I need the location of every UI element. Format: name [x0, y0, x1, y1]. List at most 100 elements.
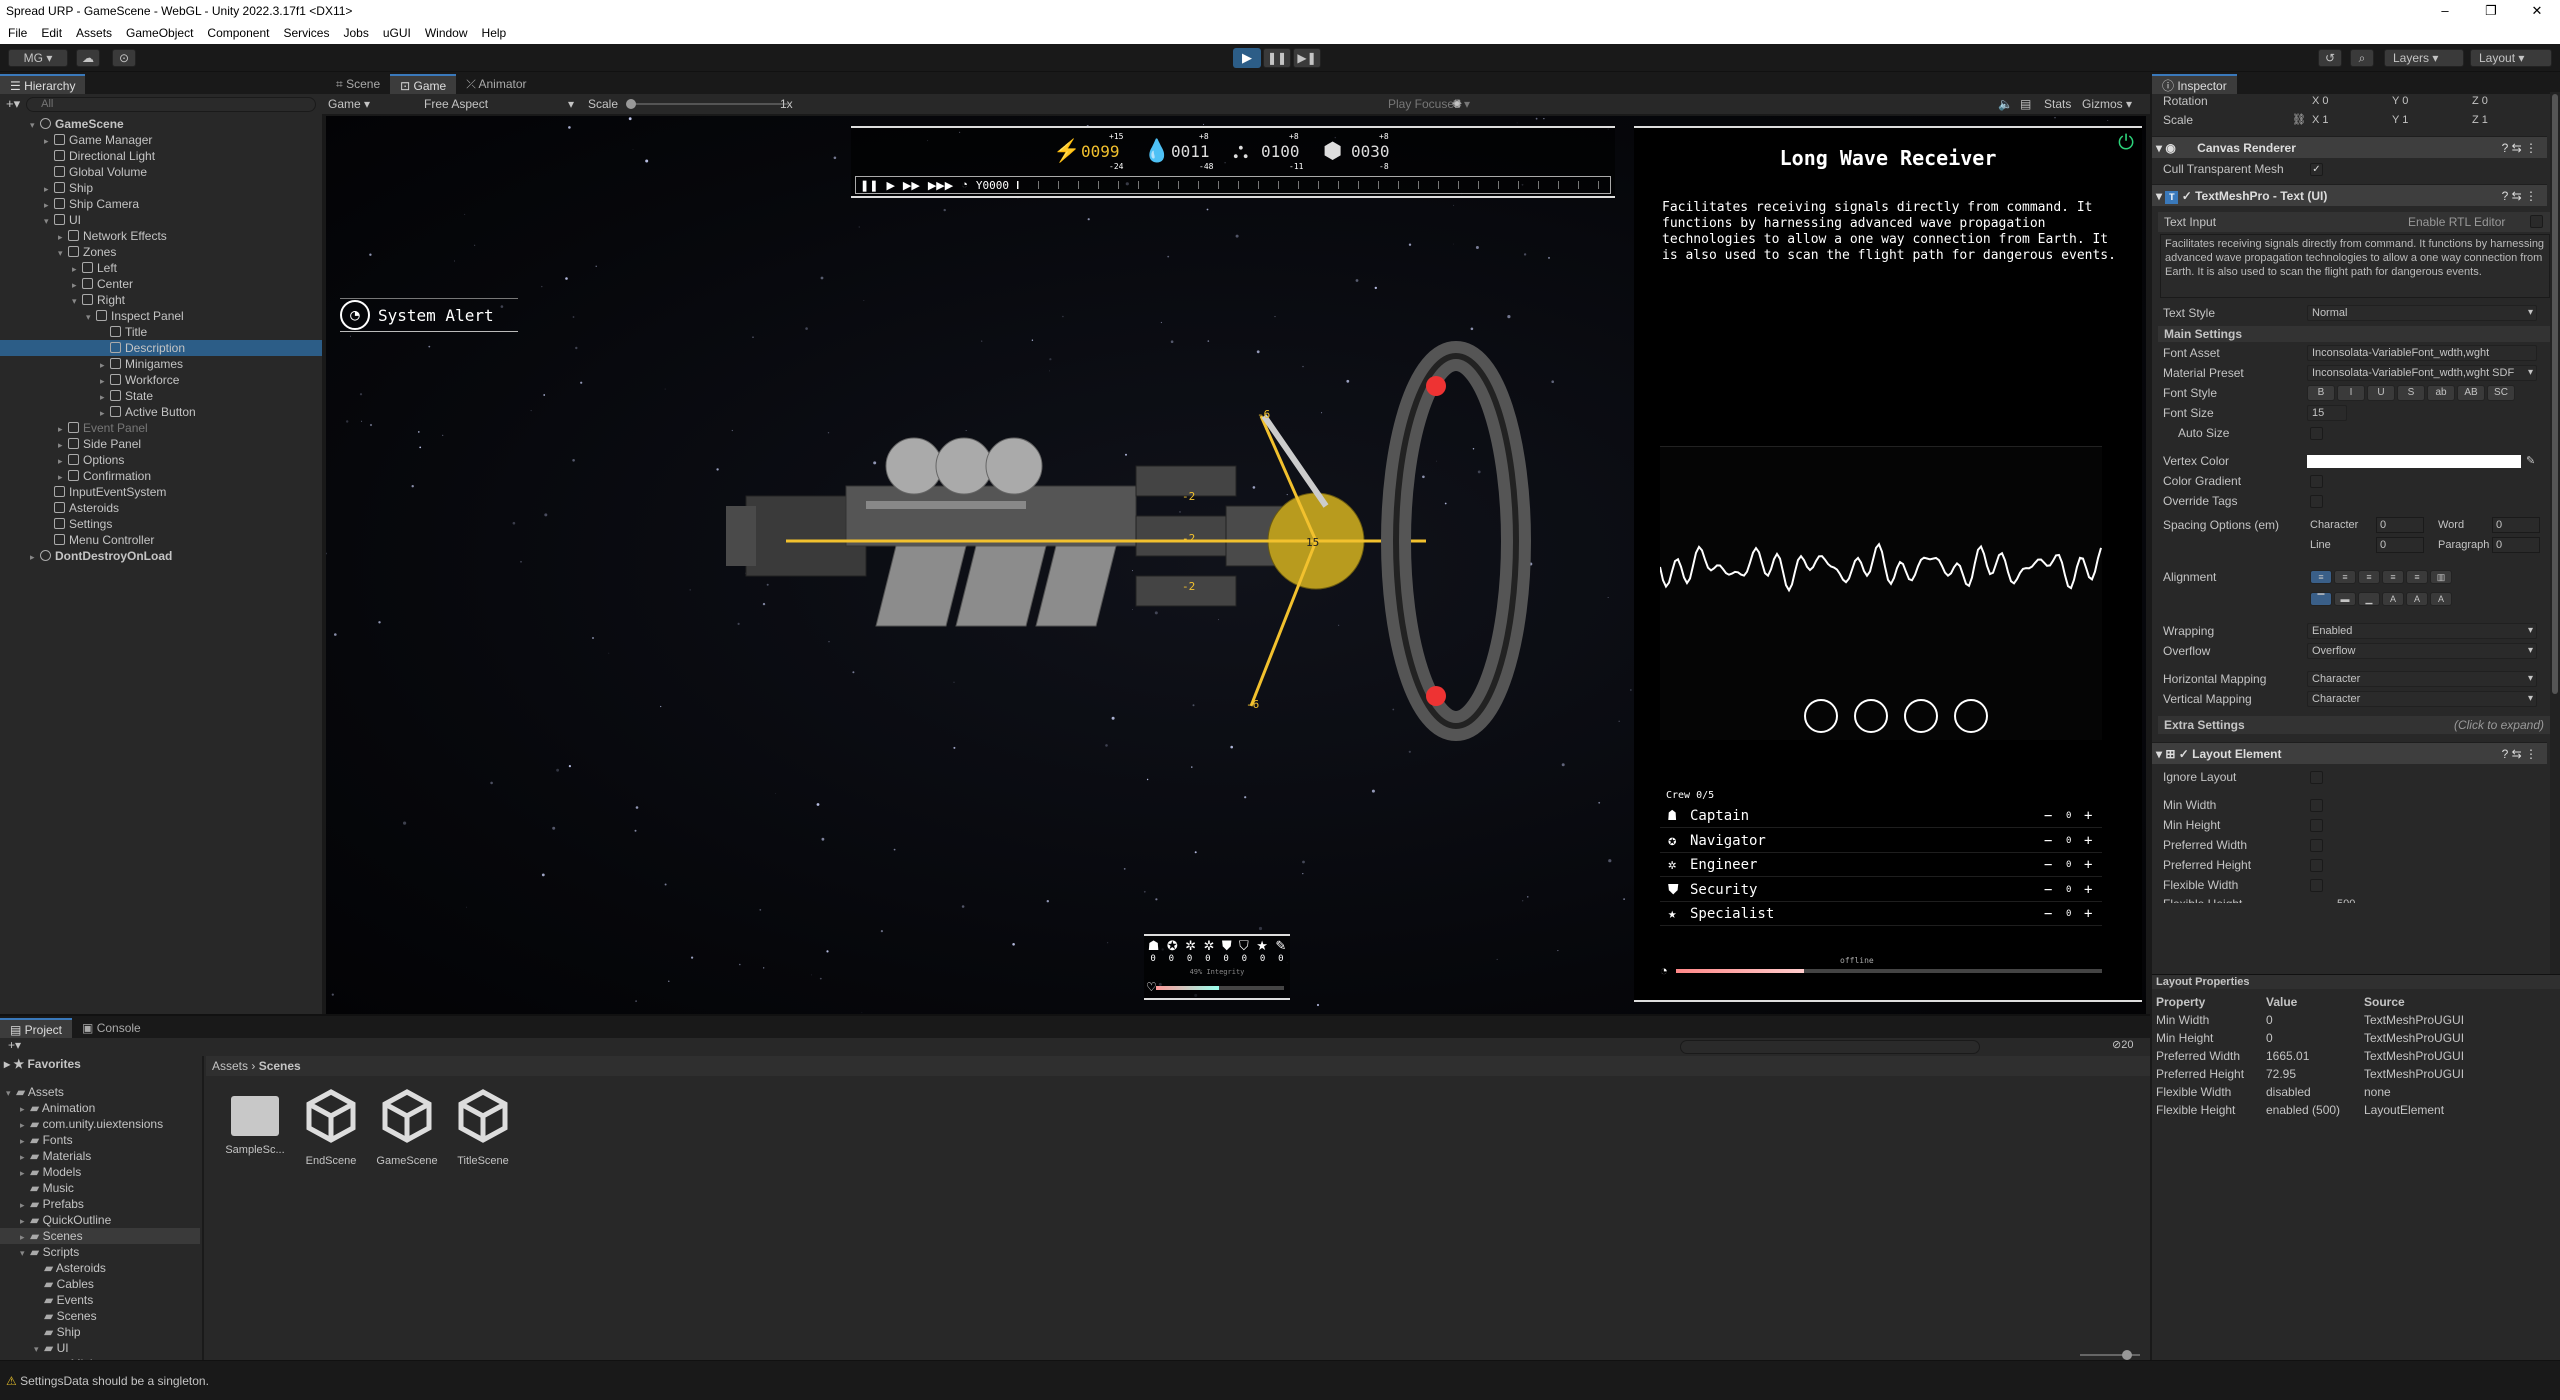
hierarchy-item[interactable]: Settings: [0, 516, 322, 532]
expand-arrow-icon[interactable]: ▾: [44, 213, 54, 229]
crew-plus-button[interactable]: +: [2084, 829, 2092, 853]
timeline-play-button[interactable]: ▶: [886, 179, 894, 192]
font-size-field[interactable]: 15: [2307, 405, 2347, 421]
project-folder-item[interactable]: ▸ ▰ Fonts: [0, 1132, 200, 1148]
crew-hud-role-icon[interactable]: ☗: [1148, 938, 1160, 954]
hierarchy-item[interactable]: ▸ Workforce: [0, 372, 322, 388]
scale-x[interactable]: 1: [2322, 114, 2328, 126]
project-asset[interactable]: GameScene: [372, 1088, 442, 1167]
menu-component[interactable]: Component: [207, 22, 269, 44]
expand-arrow-icon[interactable]: ▾: [34, 1341, 44, 1357]
hierarchy-item[interactable]: Menu Controller: [0, 532, 322, 548]
expand-arrow-icon[interactable]: ▸: [72, 261, 82, 277]
layout-element-header[interactable]: ▾ ⊞ ✓ Layout Element? ⇆ ⋮: [2152, 742, 2547, 764]
word-field[interactable]: 0: [2492, 517, 2540, 533]
align-left-icon[interactable]: ≡: [2310, 570, 2332, 584]
expand-arrow-icon[interactable]: ▸: [20, 1101, 30, 1117]
expand-arrow-icon[interactable]: ▸: [100, 405, 110, 421]
menu-edit[interactable]: Edit: [41, 22, 62, 44]
project-asset[interactable]: TitleScene: [448, 1088, 518, 1167]
expand-arrow-icon[interactable]: ▸: [58, 469, 68, 485]
history-icon[interactable]: ↺: [2318, 49, 2342, 67]
hierarchy-item[interactable]: ▸ Ship: [0, 180, 322, 196]
hmap-dropdown[interactable]: Character: [2307, 671, 2537, 687]
crew-minus-button[interactable]: −: [2044, 853, 2052, 877]
hierarchy-item[interactable]: ▸ Confirmation: [0, 468, 322, 484]
expand-arrow-icon[interactable]: ▸: [44, 181, 54, 197]
overflow-dropdown[interactable]: Overflow: [2307, 643, 2537, 659]
auto-size-checkbox[interactable]: [2310, 427, 2323, 440]
close-icon[interactable]: ✕: [2514, 0, 2560, 22]
icon-size-slider[interactable]: [2080, 1350, 2140, 1360]
pause-button[interactable]: ❚❚: [1263, 48, 1291, 68]
align-middle-icon[interactable]: ▬: [2334, 592, 2356, 606]
tab-project[interactable]: ▤ Project: [0, 1018, 73, 1038]
rtl-checkbox[interactable]: [2530, 215, 2543, 228]
rotation-z[interactable]: 0: [2482, 95, 2488, 107]
expand-arrow-icon[interactable]: ▸: [44, 133, 54, 149]
system-alert-button[interactable]: ◔ System Alert: [340, 298, 518, 332]
font-asset-field[interactable]: Inconsolata-VariableFont_wdth,wght: [2307, 345, 2537, 361]
aspect-ratio-icon[interactable]: ▤: [2020, 94, 2031, 114]
project-folder-item[interactable]: ▸ ▰ com.unity.uiextensions: [0, 1116, 200, 1132]
tab-scene[interactable]: ⌗ Scene: [326, 74, 390, 94]
hierarchy-item[interactable]: ▸ Game Manager: [0, 132, 322, 148]
extra-settings-header[interactable]: Extra Settings (Click to expand): [2158, 716, 2550, 734]
stats-toggle[interactable]: Stats: [2044, 94, 2071, 114]
menu-help[interactable]: Help: [482, 22, 507, 44]
hierarchy-item[interactable]: ▾ Right: [0, 292, 322, 308]
expand-arrow-icon[interactable]: ▸: [100, 357, 110, 373]
search-icon[interactable]: ⌕: [2350, 49, 2374, 67]
crew-minus-button[interactable]: −: [2044, 878, 2052, 902]
hierarchy-item[interactable]: ▾ Zones: [0, 244, 322, 260]
canvas-renderer-header[interactable]: ▾ ◉ Canvas Renderer? ⇆ ⋮: [2152, 136, 2547, 158]
scale-slider-handle[interactable]: [626, 99, 636, 109]
align-baseline-icon[interactable]: A: [2382, 592, 2404, 606]
hierarchy-item[interactable]: ▾ UI: [0, 212, 322, 228]
override-tags-checkbox[interactable]: [2310, 495, 2323, 508]
icon-size-handle[interactable]: [2122, 1350, 2132, 1360]
hierarchy-item[interactable]: ▸ Active Button: [0, 404, 322, 420]
gizmos-dropdown[interactable]: Gizmos ▾: [2082, 94, 2132, 114]
scale-slider[interactable]: [626, 99, 788, 109]
project-asset[interactable]: EndScene: [296, 1088, 366, 1167]
tab-inspector[interactable]: ⓘ Inspector: [2152, 74, 2237, 94]
expand-arrow-icon[interactable]: ▾: [20, 1245, 30, 1261]
align-justify-icon[interactable]: ≡: [2382, 570, 2404, 584]
knob-4[interactable]: [1954, 699, 1988, 733]
knob-1[interactable]: [1804, 699, 1838, 733]
add-icon[interactable]: +▾: [6, 96, 20, 112]
inspector-scrollbar[interactable]: [2550, 92, 2560, 974]
min-height-checkbox[interactable]: [2310, 819, 2323, 832]
align-bottom-icon[interactable]: ▁: [2358, 592, 2380, 606]
tab-game[interactable]: ⊡ Game: [390, 74, 457, 94]
expand-arrow-icon[interactable]: ▸: [58, 421, 68, 437]
hierarchy-item[interactable]: ▸ Minigames: [0, 356, 322, 372]
menu-jobs[interactable]: Jobs: [343, 22, 368, 44]
expand-arrow-icon[interactable]: ▸: [20, 1117, 30, 1133]
aspect-dropdown[interactable]: Free Aspect ▾: [424, 94, 574, 114]
crew-minus-button[interactable]: −: [2044, 804, 2052, 828]
align-geometry-icon[interactable]: ▥: [2430, 570, 2452, 584]
text-input-area[interactable]: Facilitates receiving signals directly f…: [2160, 234, 2550, 298]
status-message[interactable]: ⚠ SettingsData should be a singleton.: [0, 1371, 2560, 1391]
align-flush-icon[interactable]: ≡: [2406, 570, 2428, 584]
text-style-dropdown[interactable]: Normal: [2307, 305, 2537, 321]
paragraph-field[interactable]: 0: [2492, 537, 2540, 553]
crew-hud-role-icon[interactable]: ✲: [1185, 938, 1196, 954]
project-folder-item[interactable]: ▸ ▰ Scenes: [0, 1228, 200, 1244]
cloud-icon[interactable]: ☁: [76, 49, 100, 67]
hierarchy-item[interactable]: Directional Light: [0, 148, 322, 164]
knob-3[interactable]: [1904, 699, 1938, 733]
project-folder-item[interactable]: ▾ ▰ Scripts: [0, 1244, 200, 1260]
align-top-icon[interactable]: ▔: [2310, 592, 2332, 606]
scale-y[interactable]: 1: [2402, 114, 2408, 126]
align-midline-icon[interactable]: A: [2406, 592, 2428, 606]
menu-ugui[interactable]: uGUI: [383, 22, 411, 44]
hierarchy-item[interactable]: Asteroids: [0, 500, 322, 516]
hierarchy-item[interactable]: ▸ DontDestroyOnLoad: [0, 548, 322, 564]
project-folder-item[interactable]: ▾ ▰ UI: [0, 1340, 200, 1356]
expand-arrow-icon[interactable]: ▸: [58, 229, 68, 245]
hierarchy-item[interactable]: ▸ State: [0, 388, 322, 404]
project-folder-item[interactable]: ▰ Scenes: [0, 1308, 200, 1324]
